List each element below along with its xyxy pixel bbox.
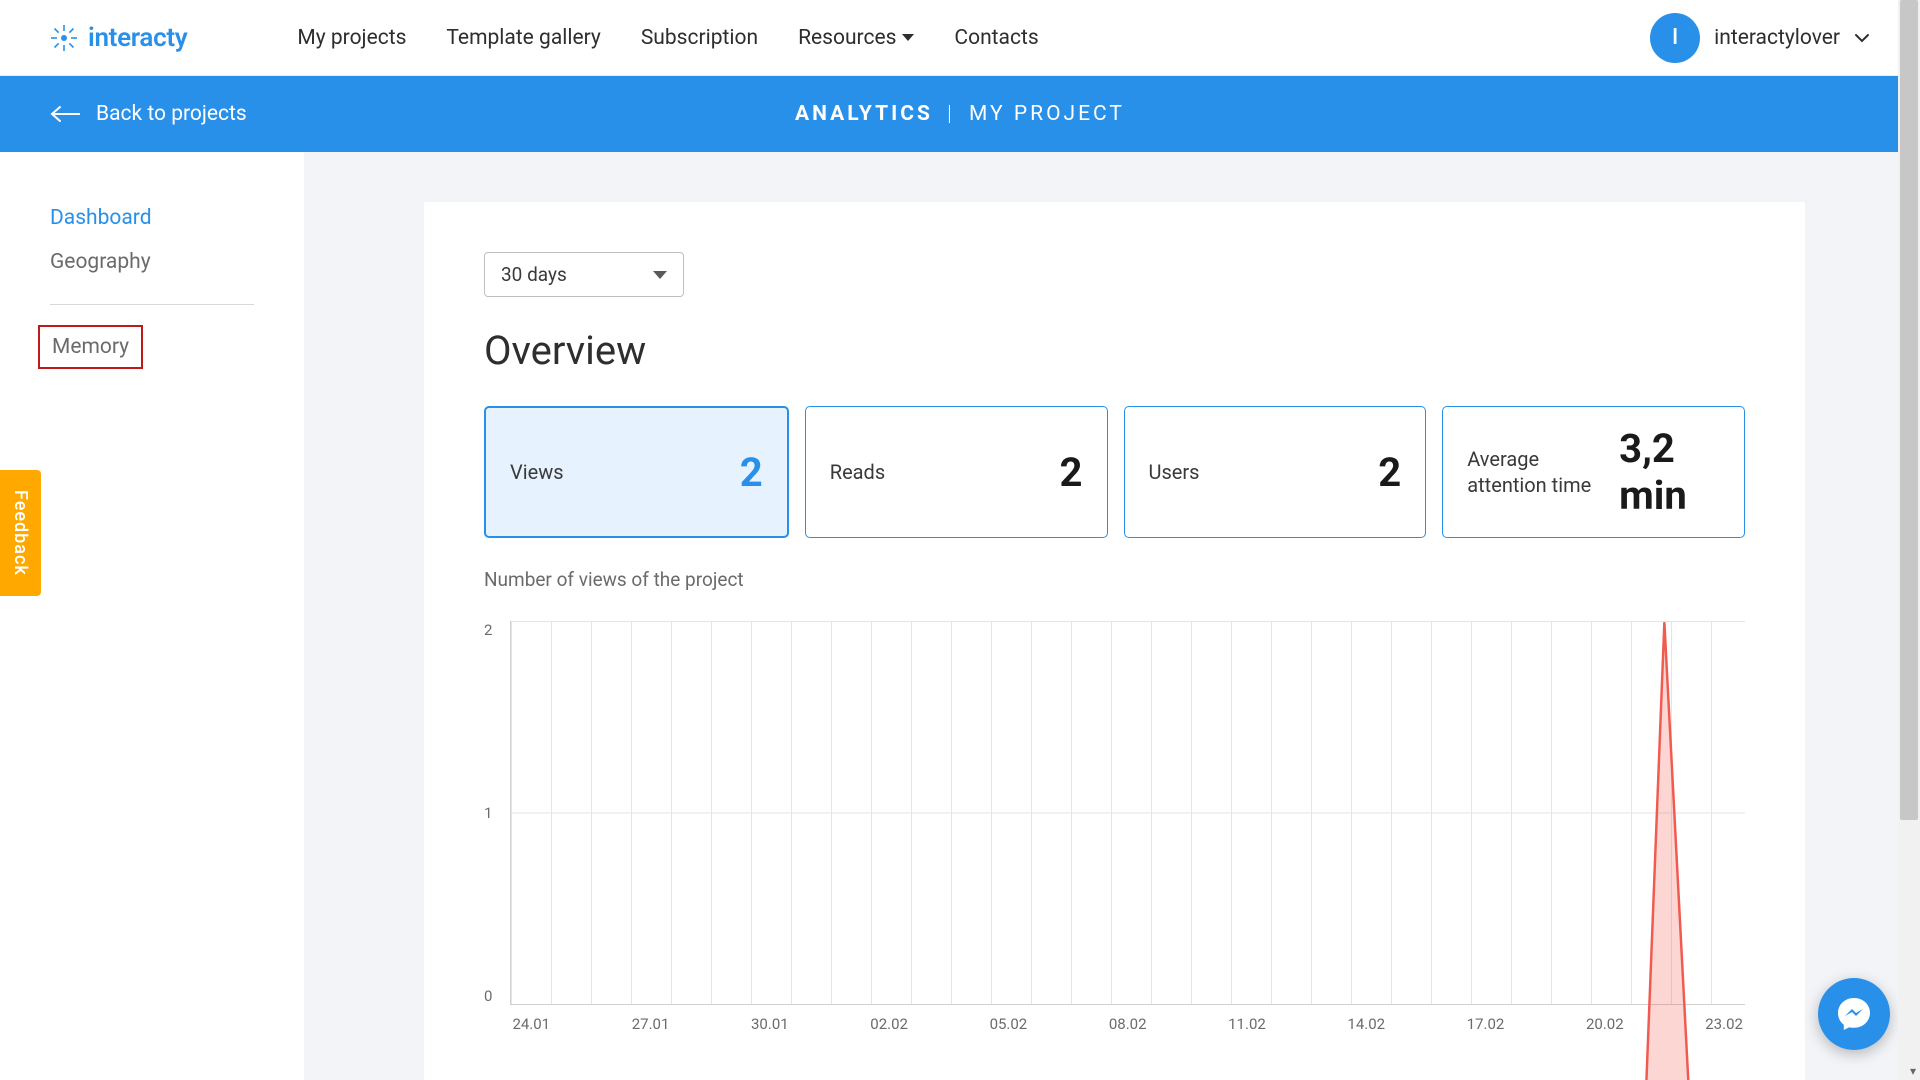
avatar: I <box>1650 13 1700 63</box>
arrow-left-icon <box>50 105 82 123</box>
sidebar-item-dashboard[interactable]: Dashboard <box>50 196 254 240</box>
chevron-down-icon <box>1854 33 1870 43</box>
page-title-sep: | <box>947 102 955 126</box>
stat-card-reads[interactable]: Reads 2 <box>805 406 1108 538</box>
stat-value-reads: 2 <box>1060 449 1083 496</box>
sidebar-item-geography[interactable]: Geography <box>50 240 254 284</box>
scrollbar-thumb[interactable] <box>1900 0 1918 820</box>
main-content: 30 days Overview Views 2 Reads 2 Users 2 <box>304 152 1920 1080</box>
chart-area: 24.01 27.01 30.01 02.02 05.02 08.02 11.0… <box>510 621 1745 1033</box>
stat-label-reads: Reads <box>830 459 885 485</box>
page-bar: Back to projects Analytics | My project <box>0 76 1920 152</box>
back-to-projects[interactable]: Back to projects <box>50 102 247 126</box>
nav-resources-label: Resources <box>798 26 896 50</box>
nav-contacts[interactable]: Contacts <box>954 26 1038 50</box>
username: interactylover <box>1714 26 1840 50</box>
y-tick: 1 <box>484 804 492 822</box>
starburst-icon <box>48 22 80 54</box>
sidebar-item-memory[interactable]: Memory <box>38 325 143 369</box>
page-title-main: Analytics <box>795 102 933 126</box>
stat-value-attention: 3,2 min <box>1619 425 1720 519</box>
sidebar: Dashboard Geography Memory <box>0 152 304 1080</box>
main-nav: My projects Template gallery Subscriptio… <box>297 26 1038 50</box>
user-menu[interactable]: I interactylover <box>1650 13 1870 63</box>
stat-card-users[interactable]: Users 2 <box>1124 406 1427 538</box>
brand-text: interacty <box>88 23 187 53</box>
chart: 2 1 0 24.01 27.01 30.01 02.02 <box>484 621 1745 1033</box>
page-title-sub: My project <box>969 102 1125 126</box>
y-tick: 2 <box>484 621 492 639</box>
stat-label-users: Users <box>1149 459 1200 485</box>
back-label: Back to projects <box>96 102 247 126</box>
period-label: 30 days <box>501 263 567 286</box>
stat-value-users: 2 <box>1378 449 1401 496</box>
messenger-icon <box>1835 995 1873 1033</box>
stat-card-views[interactable]: Views 2 <box>484 406 789 538</box>
stats-row: Views 2 Reads 2 Users 2 Average attentio… <box>484 406 1745 538</box>
chat-bubble[interactable] <box>1818 978 1890 1050</box>
stat-value-views: 2 <box>740 449 763 496</box>
chart-series <box>511 621 1745 1080</box>
nav-subscription[interactable]: Subscription <box>641 26 758 50</box>
layout: Dashboard Geography Memory 30 days Overv… <box>0 152 1920 1080</box>
chart-description: Number of views of the project <box>484 568 1745 591</box>
chart-y-axis: 2 1 0 <box>484 621 500 1005</box>
nav-my-projects[interactable]: My projects <box>297 26 406 50</box>
stat-label-attention: Average attention time <box>1467 446 1619 498</box>
caret-down-icon <box>902 34 914 42</box>
caret-down-icon <box>653 271 667 279</box>
scrollbar-down-icon[interactable]: ▾ <box>1910 1064 1916 1078</box>
top-bar: interacty My projects Template gallery S… <box>0 0 1920 76</box>
feedback-tab[interactable]: Feedback <box>0 470 41 596</box>
chart-grid <box>510 621 1745 1005</box>
sidebar-divider <box>50 304 254 305</box>
page-title: Analytics | My project <box>795 102 1125 126</box>
overview-title: Overview <box>484 327 1745 374</box>
stat-card-attention[interactable]: Average attention time 3,2 min <box>1442 406 1745 538</box>
nav-resources[interactable]: Resources <box>798 26 914 50</box>
nav-template-gallery[interactable]: Template gallery <box>446 26 600 50</box>
y-tick: 0 <box>484 987 492 1005</box>
overview-card: 30 days Overview Views 2 Reads 2 Users 2 <box>424 202 1805 1080</box>
brand-logo[interactable]: interacty <box>48 22 187 54</box>
scrollbar[interactable]: ▴ ▾ <box>1898 0 1920 1080</box>
stat-label-views: Views <box>510 459 564 485</box>
period-select[interactable]: 30 days <box>484 252 684 297</box>
